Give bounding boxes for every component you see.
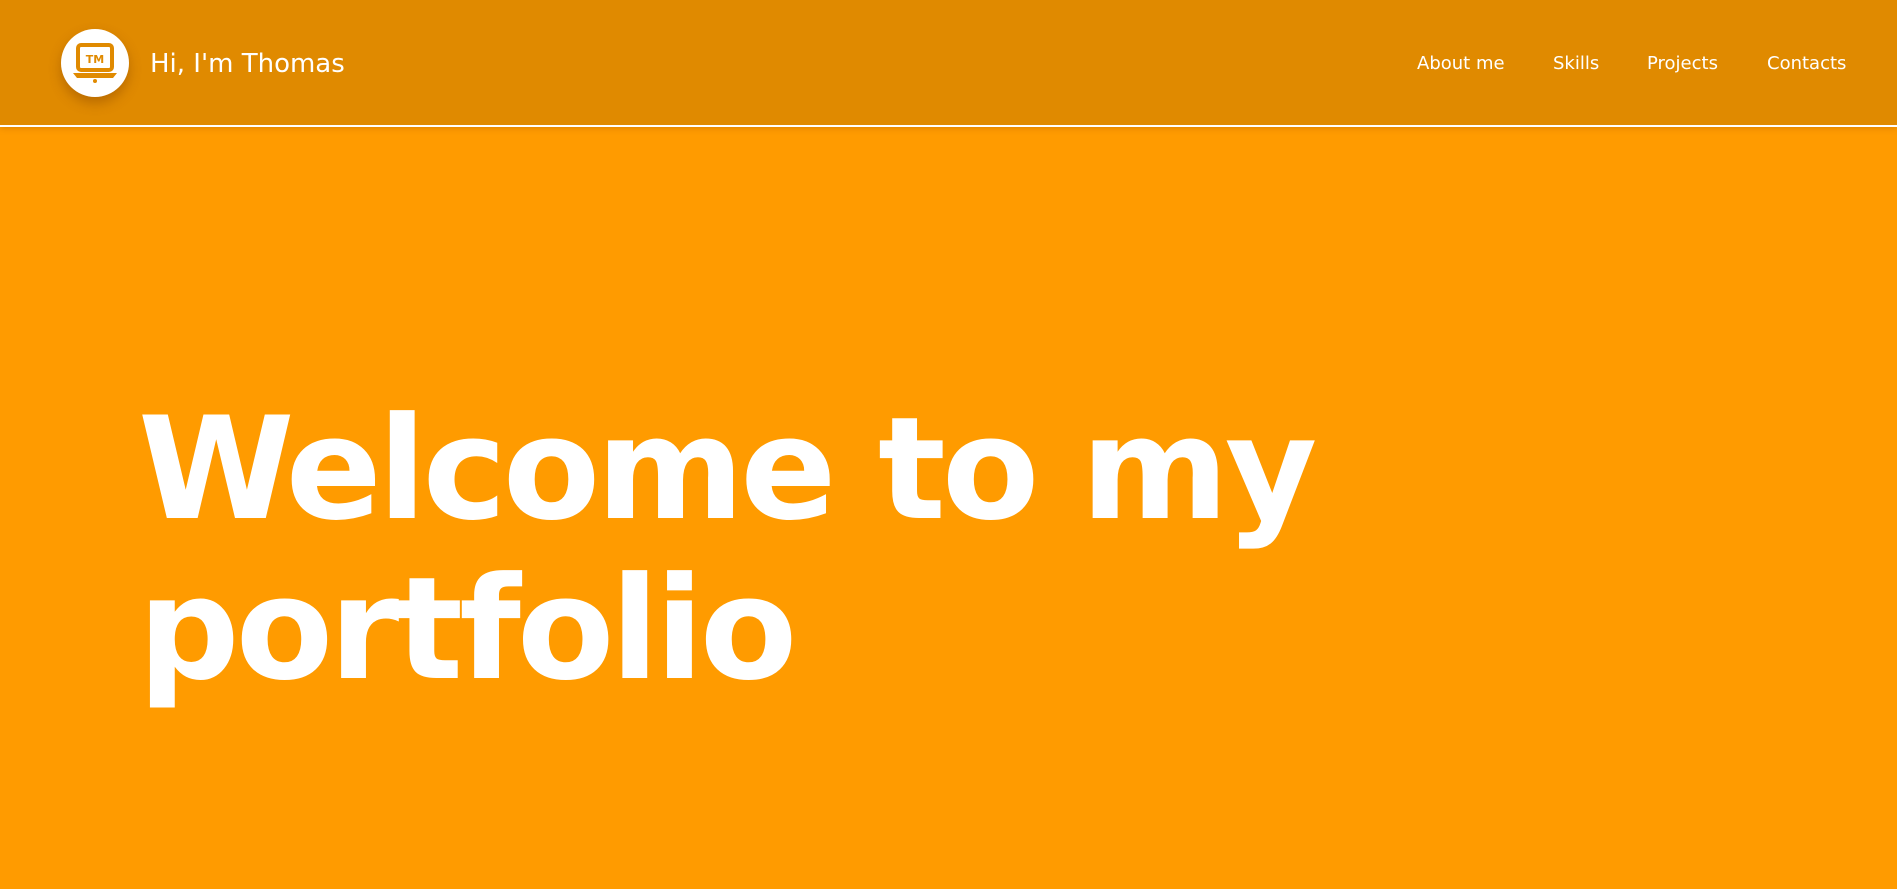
laptop-icon: TM — [73, 43, 117, 83]
nav-item-skills[interactable]: Skills — [1553, 50, 1599, 78]
nav-item-contacts[interactable]: Contacts — [1767, 50, 1846, 78]
nav-item-about-me[interactable]: About me — [1417, 50, 1505, 78]
hero-title-line1: Welcome to my — [138, 387, 1317, 552]
logo-text: TM — [86, 53, 104, 66]
hero-title: Welcome to my portfolio — [138, 390, 1438, 710]
brand-name[interactable]: Hi, I'm Thomas — [150, 46, 345, 82]
hero-title-line2: portfolio — [138, 547, 797, 712]
site-header: TM Hi, I'm Thomas About me Skills Projec… — [0, 0, 1897, 127]
logo[interactable]: TM — [61, 29, 129, 97]
nav-item-projects[interactable]: Projects — [1647, 50, 1718, 78]
